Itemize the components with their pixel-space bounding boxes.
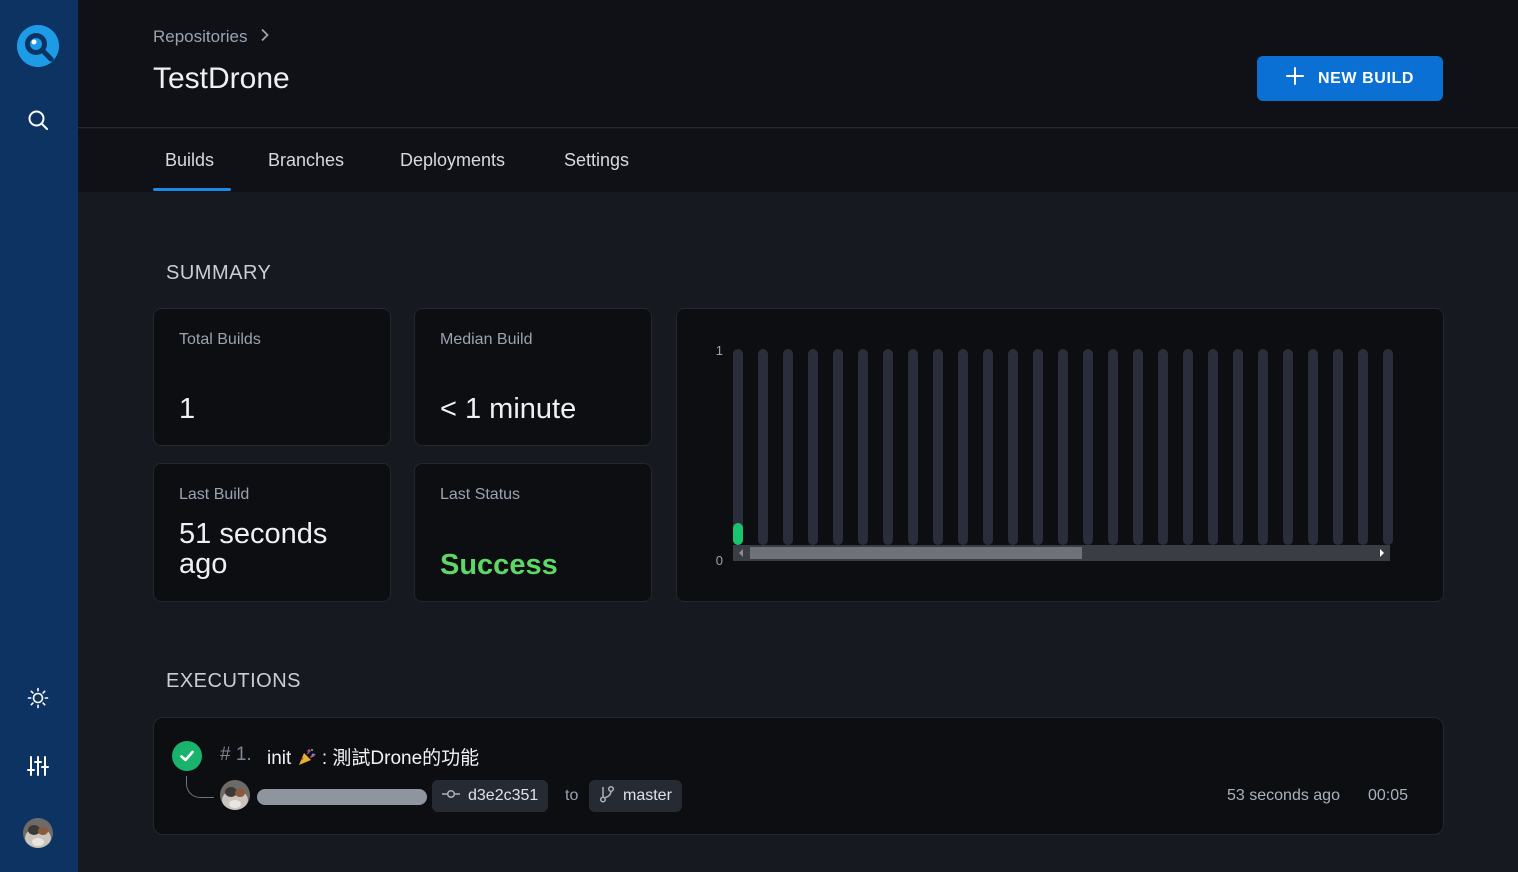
sidebar [0,0,78,872]
commit-icon [442,787,460,805]
bar-track [808,349,818,545]
tree-connector [186,776,214,798]
user-avatar[interactable] [23,818,53,848]
bar-track [1383,349,1393,545]
bar-track [958,349,968,545]
settings-sliders-icon[interactable] [24,752,52,780]
summary-heading: SUMMARY [166,262,272,284]
bar-track [908,349,918,545]
last-status-value: Success [440,549,558,581]
last-status-label: Last Status [440,486,521,503]
branch-name: master [623,787,672,804]
bar-track [983,349,993,545]
last-build-value: 51 seconds ago [179,518,328,580]
to-label: to [565,787,579,804]
bar-track [1158,349,1168,545]
page-title: TestDrone [153,62,290,95]
branch-pill[interactable]: master [589,780,682,812]
tab-deployments[interactable]: Deployments [400,150,505,171]
party-popper-icon [297,748,322,769]
tab-bar: Builds Branches Deployments Settings [78,129,1518,192]
drone-logo[interactable] [17,25,59,67]
bar-track [1008,349,1018,545]
bar-track [783,349,793,545]
bar-track [1058,349,1068,545]
build-history-chart-svg: 10 [716,343,1393,568]
bar-track [833,349,843,545]
author-avatar [220,780,250,810]
median-build-card: Median Build < 1 minute [414,308,652,446]
execution-message[interactable]: init : 測試Drone的功能 [267,743,479,770]
bar-track [758,349,768,545]
bar-track [1033,349,1043,545]
bar-track [1258,349,1268,545]
tab-branches[interactable]: Branches [268,150,344,171]
execution-message-prefix: init [267,748,292,769]
active-tab-indicator [153,188,231,191]
theme-toggle-icon[interactable] [24,684,52,712]
total-builds-value: 1 [179,393,196,425]
bar-track [1108,349,1118,545]
branch-icon [599,785,615,808]
commit-sha: d3e2c351 [468,787,539,804]
execution-time: 53 seconds ago [1227,787,1340,804]
new-build-label: NEW BUILD [1317,69,1415,87]
bar-track [1283,349,1293,545]
chart-scrollbar-thumb [750,547,1082,559]
new-build-button[interactable]: NEW BUILD [1257,56,1443,101]
execution-message-suffix: : 測試Drone的功能 [321,748,480,769]
bar-track [1208,349,1218,545]
bar-track [883,349,893,545]
build-history-chart: 10 [676,308,1444,602]
bar-track [1183,349,1193,545]
last-build-card: Last Build 51 seconds ago [153,463,391,602]
median-build-label: Median Build [440,331,533,348]
execution-duration: 00:05 [1368,787,1409,804]
y-tick-label-max: 1 [716,343,723,358]
tab-settings[interactable]: Settings [564,150,629,171]
bar-track [858,349,868,545]
breadcrumb-repositories[interactable]: Repositories [153,27,248,47]
total-builds-card: Total Builds 1 [153,308,391,446]
median-build-value: < 1 minute [440,393,577,425]
search-icon[interactable] [24,106,52,134]
success-check-icon [172,741,202,771]
last-status-card: Last Status Success [414,463,652,602]
bar-value [733,523,743,545]
bar-track [1308,349,1318,545]
bar-track [1333,349,1343,545]
page-header: Repositories TestDrone NEW BUILD [78,0,1518,128]
tab-builds[interactable]: Builds [165,150,214,171]
bar-track [933,349,943,545]
y-tick-label-min: 0 [716,553,723,568]
plus-icon [1285,67,1304,90]
commit-pill[interactable]: d3e2c351 [432,780,549,812]
last-build-label: Last Build [179,486,250,503]
total-builds-label: Total Builds [179,331,261,348]
chevron-right-icon [260,27,270,47]
bar-track [733,349,743,545]
execution-row[interactable]: # 1. init : 測試Drone的功能 d3e2c351 to maste… [153,717,1444,835]
bar-track [1233,349,1243,545]
breadcrumb: Repositories [153,27,270,47]
bar-track [1133,349,1143,545]
bar-track [1083,349,1093,545]
execution-number: # 1. [220,744,252,765]
author-name-redacted [257,789,427,805]
executions-heading: EXECUTIONS [166,670,302,692]
bar-track [1358,349,1368,545]
